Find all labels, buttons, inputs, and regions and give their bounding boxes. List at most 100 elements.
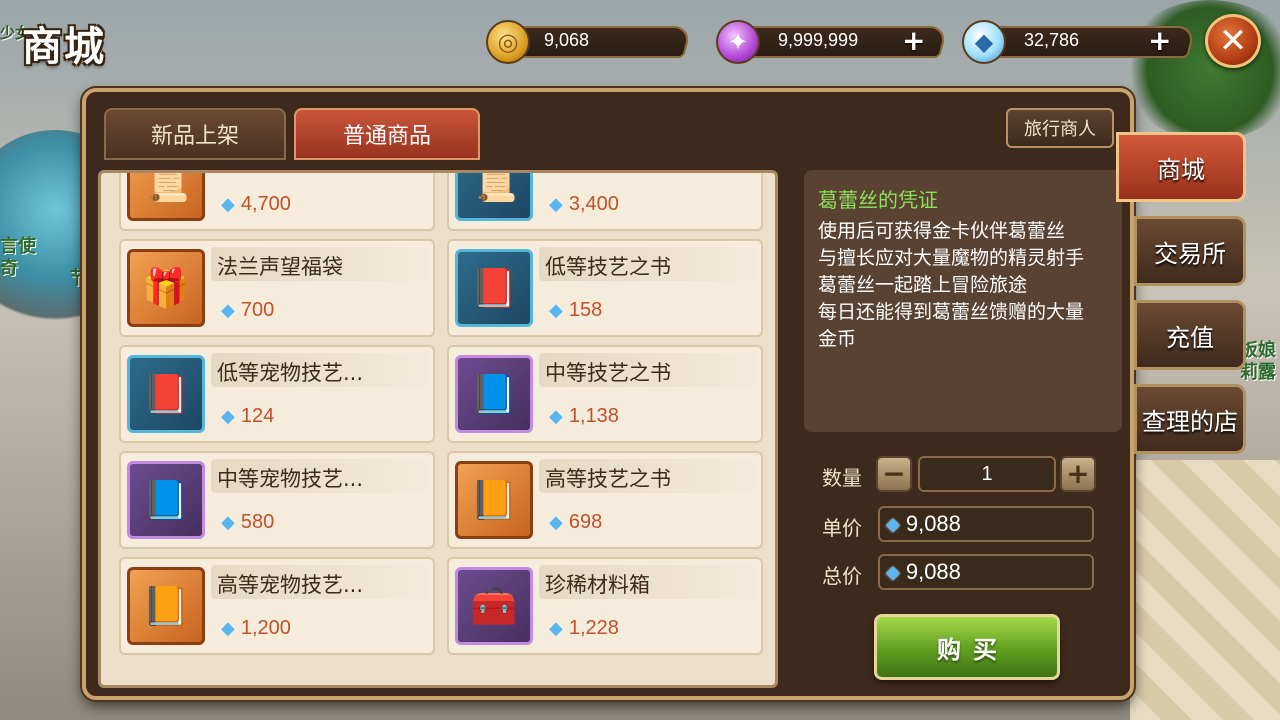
scroll-item-icon: 📜 <box>127 173 205 221</box>
item-price: ◆ 124 <box>221 405 274 428</box>
diamond-icon: ◆ <box>886 561 900 582</box>
unit-price-value: 9,088 <box>905 511 961 536</box>
item-name: 低等技艺之书 <box>545 255 671 279</box>
shop-item[interactable]: 📜 ◆ 4,700 <box>119 173 435 231</box>
diamond-icon: ◆ <box>549 406 563 426</box>
shop-panel: 新品上架 普通商品 旅行商人 📜 ◆ 4,700 📜 ◆ 3,400 🎁 法兰声望福… <box>82 88 1134 700</box>
item-name: 法兰声望福袋 <box>217 255 343 279</box>
gold-value: 9,068 <box>544 30 590 50</box>
shop-item[interactable]: 🎁 法兰声望福袋 ◆ 700 <box>119 239 435 337</box>
purple-gem-icon: ✦ <box>716 20 760 64</box>
item-name: 中等宠物技艺... <box>217 467 364 491</box>
buy-button[interactable]: 购买 <box>874 614 1060 680</box>
diamond-icon: ◆ <box>549 300 563 320</box>
diamond-icon: ◆ <box>962 20 1006 64</box>
diamond-icon: ◆ <box>549 194 563 214</box>
background-tiles <box>1130 460 1280 720</box>
close-icon: ✕ <box>1218 21 1248 61</box>
plus-icon: + <box>1066 457 1090 490</box>
shop-item[interactable]: 📜 ◆ 3,400 <box>447 173 763 231</box>
traveling-merchant-button[interactable]: 旅行商人 <box>1006 108 1114 148</box>
total-price-field: ◆ 9,088 <box>878 554 1094 590</box>
shop-item[interactable]: 📙 高等宠物技艺... ◆ 1,200 <box>119 557 435 655</box>
item-name: 高等宠物技艺... <box>217 573 364 597</box>
description-line: 使用后可获得金卡伙伴葛蕾丝 <box>818 220 1066 242</box>
background-label: 奇 <box>0 258 18 279</box>
quantity-input[interactable]: 1 <box>918 456 1056 492</box>
add-purple-gem-button[interactable]: + <box>902 27 925 55</box>
total-price-label: 总价 <box>822 564 862 588</box>
shop-item[interactable]: 📕 低等技艺之书 ◆ 158 <box>447 239 763 337</box>
item-price: ◆ 700 <box>221 299 274 322</box>
gold-currency: ◎ 9,068 <box>486 20 692 64</box>
description-line: 金币 <box>818 328 857 350</box>
item-name: 中等技艺之书 <box>545 361 671 385</box>
gold-currency-bar <box>508 26 692 58</box>
diamond-icon: ◆ <box>549 618 563 638</box>
minus-icon: − <box>882 457 906 490</box>
close-button[interactable]: ✕ <box>1205 14 1261 68</box>
book-icon: 📙 <box>455 461 533 539</box>
side-tab-recharge[interactable]: 充值 <box>1134 300 1246 370</box>
item-detail-description: 使用后可获得金卡伙伴葛蕾丝 与擅长应对大量魔物的精灵射手 葛蕾丝一起踏上冒险旅途… <box>818 218 1112 353</box>
item-price-value: 580 <box>240 511 275 533</box>
item-price-value: 4,700 <box>240 193 291 215</box>
side-tab-charlie-shop[interactable]: 查理的店 <box>1134 384 1246 454</box>
item-price: ◆ 1,200 <box>221 617 291 640</box>
book-icon: 📙 <box>127 567 205 645</box>
item-list[interactable]: 📜 ◆ 4,700 📜 ◆ 3,400 🎁 法兰声望福袋 ◆ 700 📕 低等技艺之书… <box>98 170 778 688</box>
description-line: 葛蕾丝一起踏上冒险旅途 <box>818 274 1028 296</box>
side-tab-exchange[interactable]: 交易所 <box>1134 216 1246 286</box>
item-price-value: 158 <box>568 299 603 321</box>
item-price: ◆ 3,400 <box>549 193 619 216</box>
item-detail-panel: 葛蕾丝的凭证 使用后可获得金卡伙伴葛蕾丝 与擅长应对大量魔物的精灵射手 葛蕾丝一… <box>804 170 1122 432</box>
item-price: ◆ 4,700 <box>221 193 291 216</box>
item-price: ◆ 158 <box>549 299 602 322</box>
purple-gem-value: 9,999,999 <box>778 30 859 50</box>
book-icon: 📕 <box>455 249 533 327</box>
diamond-icon: ◆ <box>549 512 563 532</box>
shop-item[interactable]: 📕 低等宠物技艺... ◆ 124 <box>119 345 435 443</box>
purple-gem-currency: ✦ 9,999,999 + <box>716 20 948 64</box>
shop-item[interactable]: 📘 中等技艺之书 ◆ 1,138 <box>447 345 763 443</box>
add-diamond-button[interactable]: + <box>1148 27 1171 55</box>
diamond-icon: ◆ <box>221 194 235 214</box>
item-price-value: 700 <box>240 299 275 321</box>
tab-new-arrivals[interactable]: 新品上架 <box>104 108 286 160</box>
diamond-currency: ◆ 32,786 + <box>962 20 1196 64</box>
description-line: 与擅长应对大量魔物的精灵射手 <box>818 247 1085 269</box>
decrease-quantity-button[interactable]: − <box>876 456 912 492</box>
total-price-value: 9,088 <box>905 559 961 584</box>
diamond-icon: ◆ <box>221 512 235 532</box>
diamond-icon: ◆ <box>221 300 235 320</box>
book-icon: 📘 <box>127 461 205 539</box>
shop-item[interactable]: 📘 中等宠物技艺... ◆ 580 <box>119 451 435 549</box>
item-name: 低等宠物技艺... <box>217 361 364 385</box>
gold-coin-icon: ◎ <box>486 20 530 64</box>
shop-item[interactable]: 📙 高等技艺之书 ◆ 698 <box>447 451 763 549</box>
unit-price-field: ◆ 9,088 <box>878 506 1094 542</box>
item-price-value: 124 <box>240 405 275 427</box>
unit-price-label: 单价 <box>822 516 862 540</box>
quantity-label: 数量 <box>822 466 862 490</box>
item-name: 高等技艺之书 <box>545 467 671 491</box>
diamond-icon: ◆ <box>886 513 900 534</box>
diamond-value: 32,786 <box>1024 30 1080 50</box>
diamond-icon: ◆ <box>221 406 235 426</box>
scroll-item-icon: 📜 <box>455 173 533 221</box>
item-detail-title: 葛蕾丝的凭证 <box>818 188 938 212</box>
side-tab-shop[interactable]: 商城 <box>1116 132 1246 202</box>
tab-normal-goods[interactable]: 普通商品 <box>294 108 480 160</box>
item-price: ◆ 698 <box>549 511 602 534</box>
page-title: 商城 <box>22 24 106 70</box>
item-price-value: 1,228 <box>568 617 619 639</box>
item-price-value: 1,200 <box>240 617 291 639</box>
item-price-value: 1,138 <box>568 405 619 427</box>
shop-item[interactable]: 🧰 珍稀材料箱 ◆ 1,228 <box>447 557 763 655</box>
item-price: ◆ 1,228 <box>549 617 619 640</box>
book-icon: 📕 <box>127 355 205 433</box>
item-price-value: 698 <box>568 511 603 533</box>
book-icon: 📘 <box>455 355 533 433</box>
increase-quantity-button[interactable]: + <box>1060 456 1096 492</box>
description-line: 每日还能得到葛蕾丝馈赠的大量 <box>818 301 1085 323</box>
